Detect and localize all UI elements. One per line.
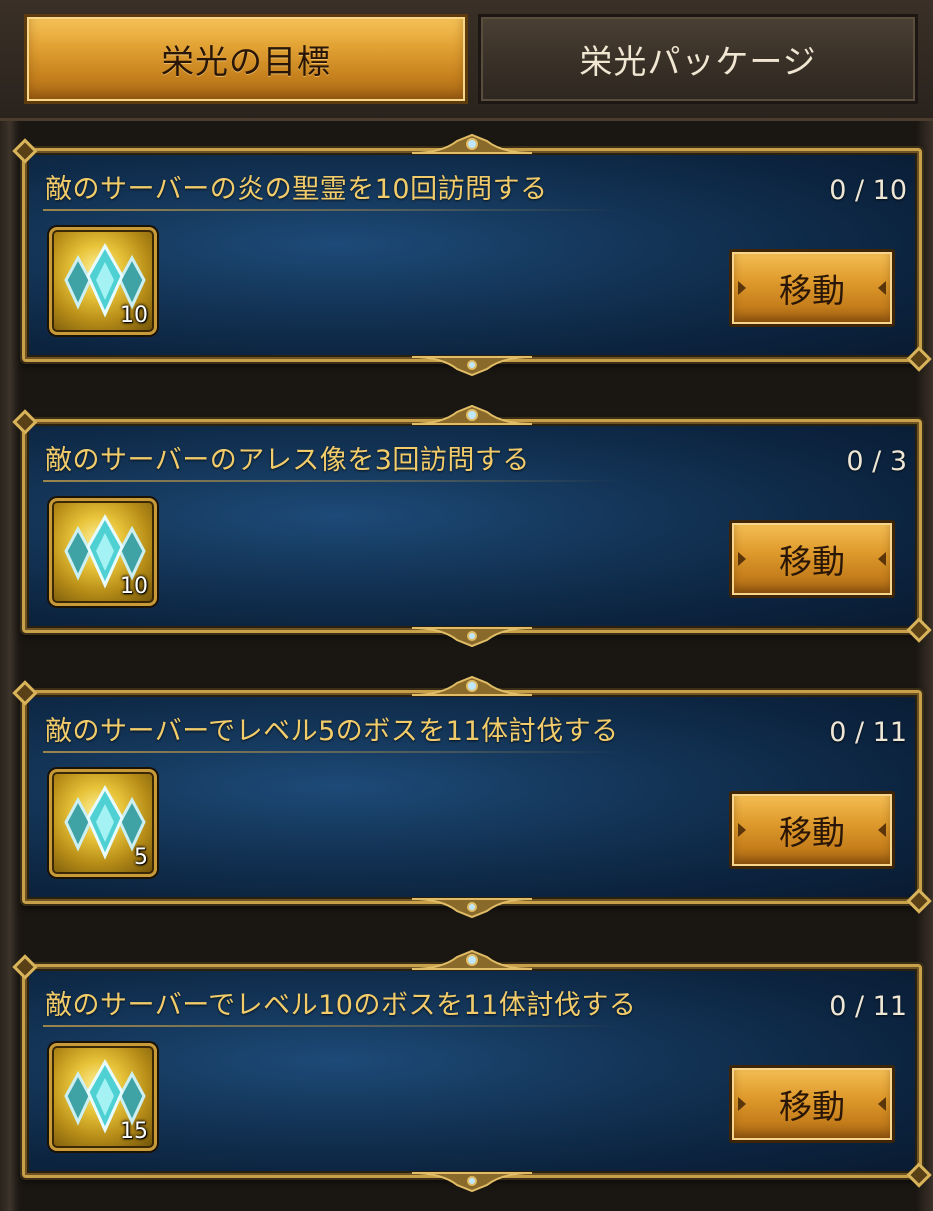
go-button[interactable]: 移動 (729, 1065, 895, 1143)
go-button-label: 移動 (779, 271, 845, 310)
quest-card: 敵のサーバーでレベル5のボスを11体討伐する 0 / 11 5 移動 (22, 675, 922, 919)
arrow-right-icon (878, 552, 886, 566)
go-button-label: 移動 (779, 542, 845, 581)
arrow-left-icon (738, 823, 746, 837)
ornament-icon (412, 133, 532, 154)
arrow-right-icon (878, 1097, 886, 1111)
tab-glory-goals[interactable]: 栄光の目標 (24, 14, 468, 104)
reward-slot[interactable]: 5 (49, 769, 157, 877)
quest-progress: 0 / 10 (829, 175, 907, 206)
quest-progress: 0 / 11 (829, 717, 907, 748)
ornament-icon (412, 898, 532, 919)
quest-card: 敵のサーバーの炎の聖霊を10回訪問する 0 / 10 10 移動 (22, 133, 922, 377)
arrow-right-icon (878, 281, 886, 295)
quest-title: 敵のサーバーでレベル5のボスを11体討伐する (45, 716, 619, 747)
reward-slot[interactable]: 10 (49, 227, 157, 335)
reward-count: 10 (120, 303, 148, 328)
ornament-icon (412, 356, 532, 377)
quest-card: 敵のサーバーのアレス像を3回訪問する 0 / 3 10 移動 (22, 404, 922, 648)
go-button-label: 移動 (779, 813, 845, 852)
title-divider (43, 751, 623, 753)
quest-progress: 0 / 11 (829, 991, 907, 1022)
quest-title: 敵のサーバーのアレス像を3回訪問する (45, 445, 530, 476)
ornament-icon (412, 404, 532, 425)
quest-title: 敵のサーバーでレベル10のボスを11体討伐する (45, 990, 637, 1021)
go-button[interactable]: 移動 (729, 791, 895, 869)
tab-bar: 栄光の目標 栄光パッケージ (0, 0, 933, 121)
quest-progress: 0 / 3 (846, 446, 907, 477)
ornament-icon (412, 627, 532, 648)
ornament-icon (412, 1172, 532, 1193)
tab-glory-package[interactable]: 栄光パッケージ (478, 14, 918, 104)
reward-count: 15 (120, 1119, 148, 1144)
title-divider (43, 1025, 623, 1027)
title-divider (43, 480, 623, 482)
arrow-left-icon (738, 1097, 746, 1111)
ornament-icon (412, 949, 532, 970)
title-divider (43, 209, 623, 211)
go-button[interactable]: 移動 (729, 249, 895, 327)
go-button-label: 移動 (779, 1087, 845, 1126)
quest-card: 敵のサーバーでレベル10のボスを11体討伐する 0 / 11 15 移動 (22, 949, 922, 1193)
ornament-icon (412, 675, 532, 696)
reward-slot[interactable]: 10 (49, 498, 157, 606)
reward-count: 10 (120, 574, 148, 599)
arrow-right-icon (878, 823, 886, 837)
arrow-left-icon (738, 281, 746, 295)
arrow-left-icon (738, 552, 746, 566)
reward-count: 5 (134, 845, 148, 870)
reward-slot[interactable]: 15 (49, 1043, 157, 1151)
go-button[interactable]: 移動 (729, 520, 895, 598)
quest-title: 敵のサーバーの炎の聖霊を10回訪問する (45, 174, 548, 205)
